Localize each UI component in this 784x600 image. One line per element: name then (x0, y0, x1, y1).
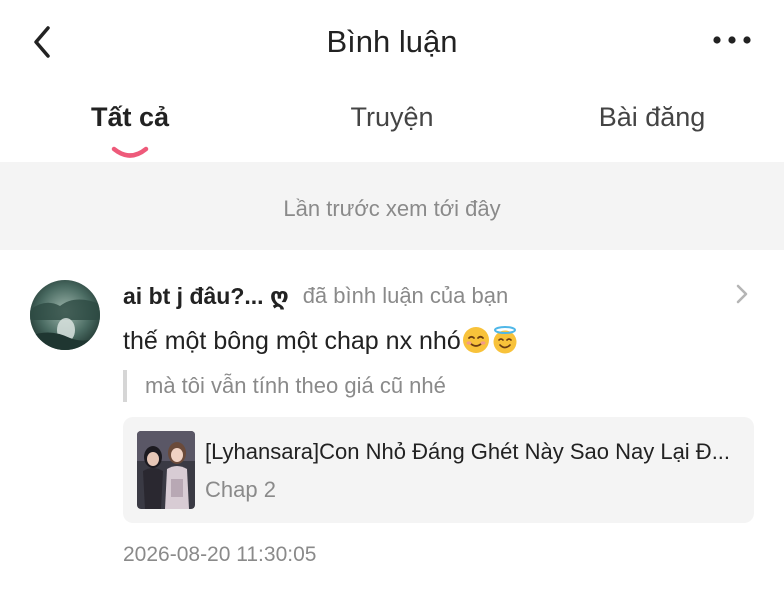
tab-all[interactable]: Tất cả (91, 102, 169, 133)
avatar[interactable] (30, 280, 100, 350)
comment-header: ai bt j đâu?... ღ đã bình luận của bạn (123, 280, 508, 312)
page-title: Bình luận (326, 24, 458, 59)
story-card[interactable]: [Lyhansara]Con Nhỏ Đáng Ghét Này Sao Nay… (123, 417, 754, 523)
comment-text: thế một bông một chap nx nhó (123, 327, 461, 355)
open-comment-button[interactable] (734, 282, 750, 306)
story-title: [Lyhansara]Con Nhỏ Đáng Ghét Này Sao Nay… (205, 439, 731, 464)
tab-stories[interactable]: Truyện (350, 102, 433, 133)
comment-item[interactable]: ai bt j đâu?... ღ đã bình luận của bạn t… (0, 250, 784, 600)
top-bar: Bình luận (0, 0, 784, 84)
tab-posts[interactable]: Bài đăng (599, 102, 706, 133)
comment-timestamp: 2026-08-20 11:30:05 (123, 543, 317, 566)
username[interactable]: ai bt j đâu?... ღ (123, 283, 289, 310)
chevron-right-icon (736, 284, 748, 304)
more-options-button[interactable] (712, 30, 752, 50)
comment-action-label: đã bình luận của bạn (302, 283, 509, 308)
story-chapter: Chap 2 (205, 477, 276, 502)
smiling-face-emoji (462, 327, 489, 353)
active-tab-indicator (111, 146, 149, 158)
halo-face-emoji (493, 326, 517, 354)
quoted-reply: mà tôi vẫn tính theo giá cũ nhé (123, 370, 446, 402)
avatar-image (30, 280, 100, 350)
more-horizontal-icon (713, 36, 751, 44)
last-viewed-label: Lần trước xem tới đây (283, 196, 501, 221)
last-viewed-divider: Lần trước xem tới đây (0, 162, 784, 250)
comment-body: thế một bông một chap nx nhó (123, 326, 519, 356)
tab-bar: Tất cả Truyện Bài đăng (0, 92, 784, 162)
story-cover (137, 431, 195, 509)
